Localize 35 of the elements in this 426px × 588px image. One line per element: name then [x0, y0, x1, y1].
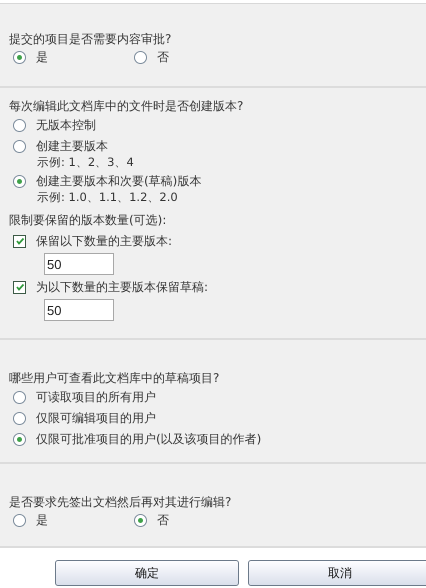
- option-label[interactable]: 仅限可编辑项目的用户: [36, 410, 156, 426]
- radio-button[interactable]: [13, 50, 26, 64]
- radio-button[interactable]: [13, 118, 26, 132]
- option-label[interactable]: 创建主要版本和次要(草稿)版本: [36, 172, 202, 190]
- checkbox-label[interactable]: 保留以下数量的主要版本:: [36, 232, 172, 250]
- question-label: 提交的项目是否需要内容审批?: [9, 31, 172, 47]
- option-label[interactable]: 是: [36, 512, 48, 528]
- option-label[interactable]: 创建主要版本: [36, 138, 108, 154]
- radio-button[interactable]: [13, 174, 26, 188]
- dialog-button[interactable]: 确定: [55, 560, 239, 586]
- example-text: 示例: 1.0、1.1、1.2、2.0: [36, 189, 179, 205]
- checkbox-label[interactable]: 为以下数量的主要版本保留草稿:: [36, 278, 208, 296]
- checkbox[interactable]: [13, 280, 26, 294]
- limit-heading: 限制要保留的版本数量(可选):: [9, 212, 168, 229]
- option-label[interactable]: 无版本控制: [36, 116, 96, 134]
- radio-button[interactable]: [13, 514, 26, 526]
- option-label[interactable]: 否: [157, 512, 169, 528]
- checkbox[interactable]: [13, 234, 26, 248]
- number-field[interactable]: 50: [44, 253, 114, 275]
- radio-button[interactable]: [13, 140, 26, 152]
- example-text: 示例: 1、2、3、4: [36, 154, 135, 170]
- question-label: 是否要求先签出文档然后再对其进行编辑?: [9, 494, 232, 510]
- radio-button[interactable]: [134, 514, 147, 526]
- number-field[interactable]: 50: [44, 299, 114, 321]
- radio-button[interactable]: [13, 390, 26, 404]
- radio-button[interactable]: [13, 412, 26, 424]
- question-label: 哪些用户可查看此文档库中的草稿项目?: [9, 370, 220, 386]
- option-label[interactable]: 可读取项目的所有用户: [36, 388, 156, 406]
- radio-button[interactable]: [134, 50, 147, 64]
- question-label: 每次编辑此文档库中的文件时是否创建版本?: [9, 98, 244, 114]
- dialog-button[interactable]: 取消: [248, 560, 426, 586]
- radio-button[interactable]: [13, 432, 26, 446]
- option-label[interactable]: 仅限可批准项目的用户(以及该项目的作者): [36, 430, 262, 448]
- option-label[interactable]: 否: [157, 48, 169, 66]
- option-label[interactable]: 是: [36, 48, 48, 66]
